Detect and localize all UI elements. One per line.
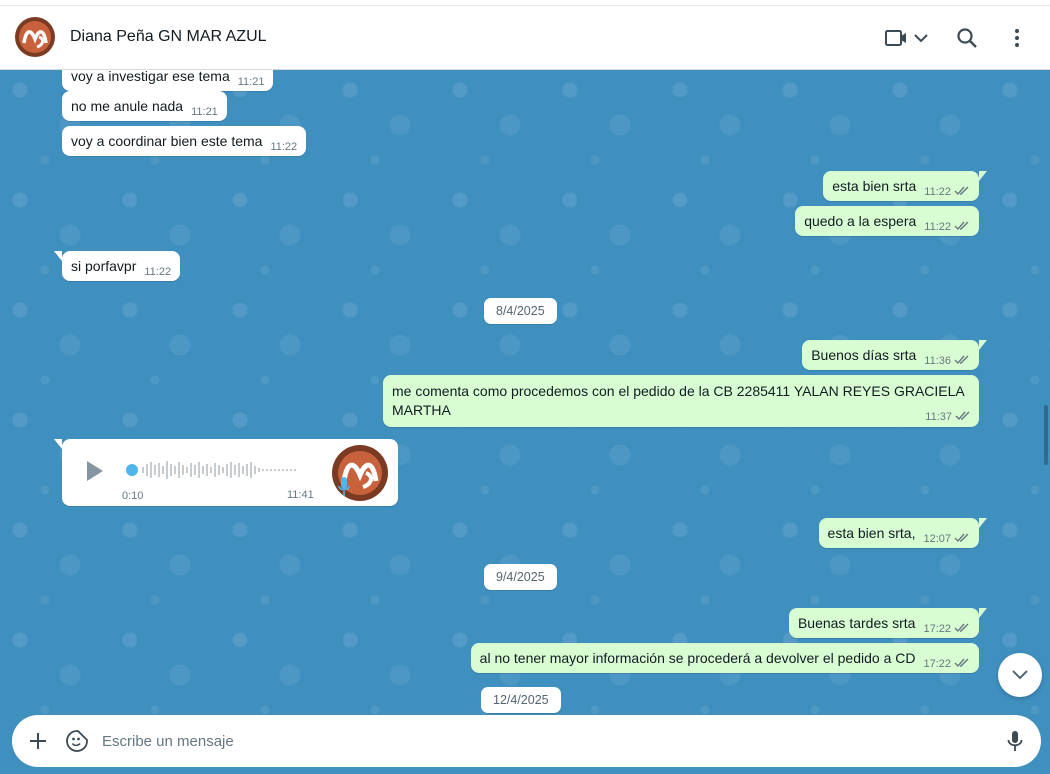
message-text: al no tener mayor información se procede… <box>479 650 916 666</box>
message-time: 11:37 <box>925 411 952 423</box>
message-time: 17:22 <box>923 658 951 670</box>
date-separator: 8/4/2025 <box>484 298 557 324</box>
message-time: 17:22 <box>923 623 951 635</box>
message-outgoing[interactable]: quedo a la espera 11:22 <box>795 206 979 236</box>
read-ticks-icon <box>954 221 969 231</box>
read-ticks-icon <box>955 411 970 421</box>
message-text: esta bien srta <box>832 178 917 194</box>
contact-name[interactable]: Diana Peña GN MAR AZUL <box>70 28 267 46</box>
video-call-button[interactable] <box>882 24 928 52</box>
menu-button[interactable] <box>1003 24 1031 52</box>
message-outgoing[interactable]: Buenas tardes srta 17:22 <box>788 608 988 638</box>
date-separator: 9/4/2025 <box>484 564 557 590</box>
read-ticks-icon <box>954 623 969 633</box>
message-time: 11:21 <box>191 106 218 118</box>
message-incoming[interactable]: voy a coordinar bien este tema 11:22 <box>62 126 307 156</box>
search-icon <box>957 28 977 48</box>
message-outgoing[interactable]: me comenta como procedemos con el pedido… <box>383 375 979 427</box>
message-time: 11:21 <box>237 76 265 88</box>
message-time: 11:22 <box>924 186 951 198</box>
message-text-line: me comenta como procedemos con el pedido… <box>392 383 965 399</box>
read-ticks-icon <box>954 658 969 668</box>
message-time: 11:36 <box>924 355 951 367</box>
message-time: 12:07 <box>923 533 951 545</box>
message-time: 11:22 <box>270 141 298 153</box>
message-outgoing[interactable]: al no tener mayor información se procede… <box>470 643 979 673</box>
sticker-icon[interactable] <box>65 729 89 753</box>
search-button[interactable] <box>953 24 981 52</box>
message-text-line: MARTHA <box>392 402 451 418</box>
message-input[interactable] <box>102 723 982 759</box>
plus-icon[interactable] <box>26 729 50 753</box>
message-text: no me anule nada <box>71 98 184 114</box>
message-text: voy a coordinar bien este tema <box>71 133 263 149</box>
chat-header: Diana Peña GN MAR AZUL <box>0 6 1050 70</box>
play-icon[interactable] <box>82 459 106 483</box>
scroll-to-bottom-button[interactable] <box>998 653 1042 697</box>
more-vertical-icon <box>1015 29 1019 47</box>
microphone-icon[interactable] <box>1003 729 1027 753</box>
date-separator: 12/4/2025 <box>481 687 561 713</box>
chevron-down-icon <box>914 34 928 43</box>
message-list[interactable]: voy a investigar ese tema 11:21 no me anu… <box>0 70 1050 715</box>
read-ticks-icon <box>954 186 969 196</box>
message-time: 11:22 <box>924 221 951 233</box>
message-outgoing[interactable]: esta bien srta 11:22 <box>823 171 987 201</box>
message-text: si porfavpr <box>71 258 137 274</box>
message-text: quedo a la espera <box>804 213 917 229</box>
video-call-icon <box>885 30 928 46</box>
contact-avatar[interactable] <box>15 17 55 57</box>
message-outgoing[interactable]: esta bien srta, 12:07 <box>818 518 988 548</box>
message-time: 11:41 <box>287 489 314 501</box>
chat-scrollbar[interactable] <box>1044 405 1048 465</box>
message-text: Buenos días srta <box>811 347 917 363</box>
message-incoming[interactable]: si porfavpr 11:22 <box>53 251 181 281</box>
message-outgoing[interactable]: Buenos días srta 11:36 <box>802 340 987 370</box>
microphone-icon <box>338 477 350 496</box>
chevron-down-icon <box>1012 670 1028 680</box>
voice-message[interactable]: 0:10 11:41 <box>54 439 398 506</box>
waveform[interactable] <box>126 459 306 481</box>
message-time: 11:22 <box>144 266 172 278</box>
message-incoming[interactable]: no me anule nada 11:21 <box>62 91 227 121</box>
message-text: esta bien srta, <box>827 525 916 541</box>
read-ticks-icon <box>954 355 969 365</box>
message-incoming[interactable]: voy a investigar ese tema 11:21 <box>62 70 274 91</box>
message-text: Buenas tardes srta <box>797 615 916 631</box>
message-text: voy a investigar ese tema <box>71 70 230 84</box>
message-composer <box>12 715 1041 767</box>
read-ticks-icon <box>954 533 969 543</box>
voice-duration: 0:10 <box>122 490 144 502</box>
